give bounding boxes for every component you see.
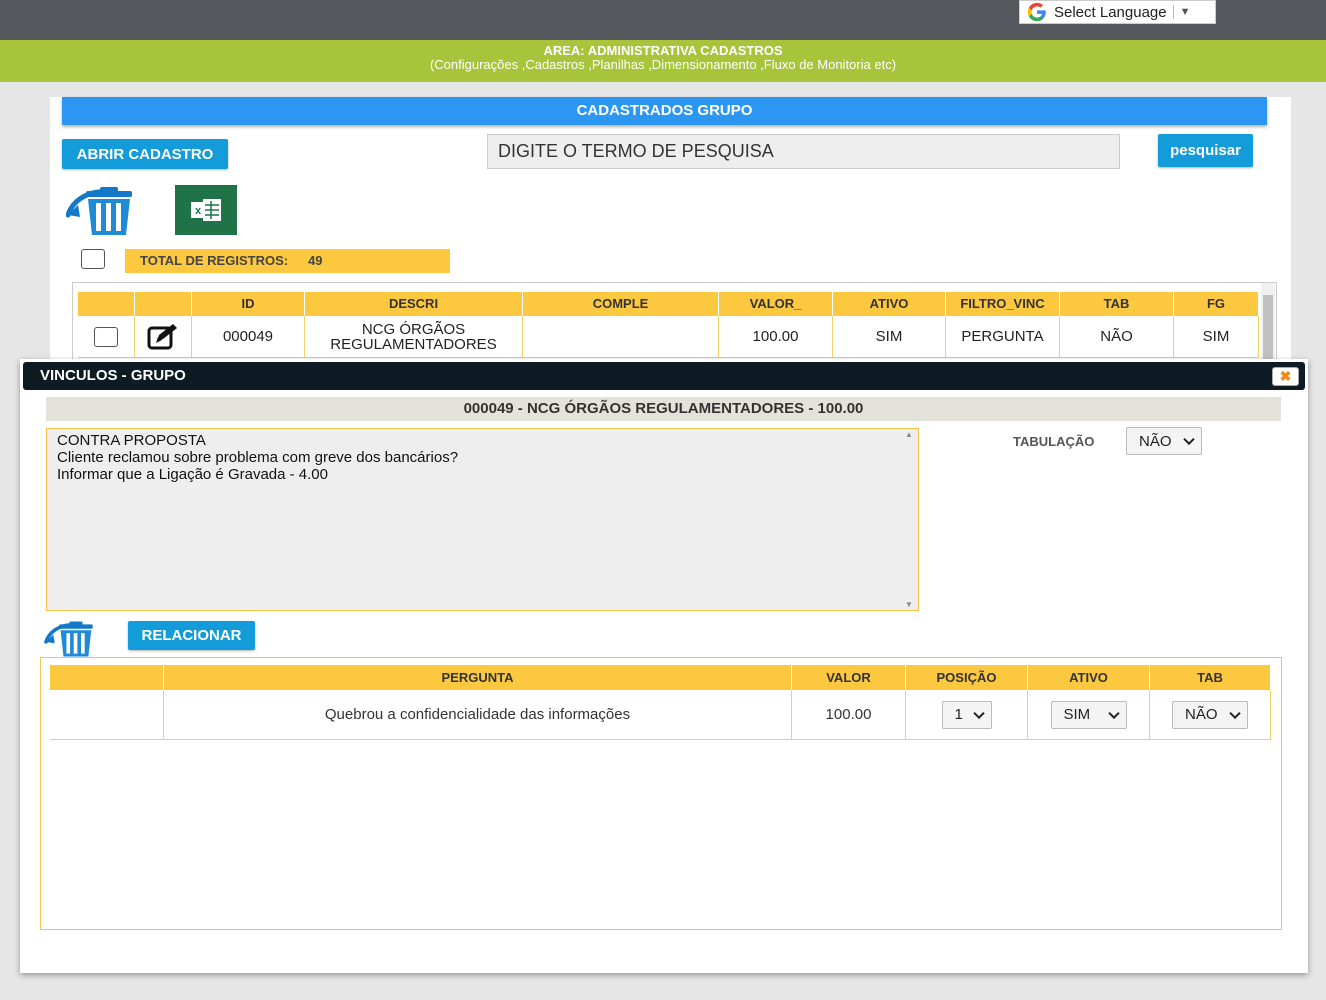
select-all-checkbox[interactable] xyxy=(81,249,105,269)
vinculos-header-blank xyxy=(50,665,164,690)
posicao-select[interactable]: 1 xyxy=(941,700,992,729)
options-textarea[interactable]: CONTRA PROPOSTA Cliente reclamou sobre p… xyxy=(46,428,919,611)
chevron-down-icon xyxy=(1183,433,1195,446)
trash-icon[interactable] xyxy=(65,185,144,242)
grid-header-select xyxy=(78,292,135,316)
total-records-label: TOTAL DE REGISTROS: xyxy=(140,253,289,268)
grid-header-ativo[interactable]: ATIVO xyxy=(833,292,946,316)
edit-icon[interactable] xyxy=(147,323,179,351)
grid-header-valor[interactable]: VALOR_ xyxy=(719,292,833,316)
grid-header-filtro-vinc[interactable]: FILTRO_VINC xyxy=(946,292,1060,316)
table-row: 000049 NCG ÓRGÃOS REGULAMENTADORES 100.0… xyxy=(78,316,1259,358)
tabulacao-label: TABULAÇÃO xyxy=(1013,434,1095,449)
grid-header-edit xyxy=(135,292,192,316)
scroll-down-icon[interactable]: ▼ xyxy=(905,600,913,609)
area-banner: AREA: ADMINISTRATIVA CADASTROS (Configur… xyxy=(0,40,1326,82)
modal-subtitle: 000049 - NCG ÓRGÃOS REGULAMENTADORES - 1… xyxy=(46,397,1281,421)
posicao-value: 1 xyxy=(954,706,963,723)
open-register-button[interactable]: ABRIR CADASTRO xyxy=(62,139,228,169)
tabulacao-value: NÃO xyxy=(1139,432,1172,450)
grid-header-tab[interactable]: TAB xyxy=(1060,292,1174,316)
area-subtitle: (Configurações ,Cadastros ,Planilhas ,Di… xyxy=(429,57,897,72)
vinculos-row-posicao-cell: 1 xyxy=(906,690,1028,740)
excel-icon[interactable]: x xyxy=(175,185,237,235)
scroll-up-icon[interactable]: ▲ xyxy=(905,430,913,439)
vinculos-header: PERGUNTA VALOR POSIÇÃO ATIVO TAB xyxy=(50,665,1271,690)
vinculos-row-ativo-cell: SIM xyxy=(1028,690,1150,740)
row-valor: 100.00 xyxy=(719,316,833,358)
row-fg: SIM xyxy=(1174,316,1259,358)
separator xyxy=(1172,5,1174,19)
chevron-down-icon xyxy=(1107,707,1120,719)
textarea-scrollbar[interactable]: ▲ ▼ xyxy=(902,430,916,609)
vinculos-header-tab: TAB xyxy=(1150,665,1271,690)
chevron-down-icon xyxy=(972,707,985,719)
svg-text:x: x xyxy=(195,205,202,217)
table-row: Quebrou a confidencialidade das informaç… xyxy=(50,690,1271,740)
grid-header-id[interactable]: ID xyxy=(192,292,305,316)
vinculos-header-valor: VALOR xyxy=(792,665,906,690)
row-tab: NÃO xyxy=(1060,316,1174,358)
row-ativo: SIM xyxy=(833,316,946,358)
chevron-down-icon xyxy=(1229,707,1241,719)
vinculos-row-tab-cell: NÃO xyxy=(1150,690,1271,740)
vinculos-row-valor: 100.00 xyxy=(792,690,906,740)
modal-title: VINCULOS - GRUPO xyxy=(23,362,1305,390)
vinculos-header-posicao: POSIÇÃO xyxy=(906,665,1028,690)
area-title: AREA: ADMINISTRATIVA CADASTROS xyxy=(543,43,783,58)
chevron-down-icon: ▼ xyxy=(1179,6,1191,18)
row-descri: NCG ÓRGÃOS REGULAMENTADORES xyxy=(305,316,523,358)
search-input[interactable] xyxy=(487,134,1120,169)
total-records-value: 49 xyxy=(308,253,323,268)
vinculos-row-pergunta: Quebrou a confidencialidade das informaç… xyxy=(164,690,792,740)
relacionar-button[interactable]: RELACIONAR xyxy=(128,621,255,650)
language-selector[interactable]: Select Language ▼ xyxy=(1019,0,1216,24)
ativo-value: SIM xyxy=(1063,706,1091,723)
row-comple xyxy=(523,316,719,358)
grid-header: ID DESCRI COMPLE VALOR_ ATIVO FILTRO_VIN… xyxy=(78,292,1259,316)
grid-scrollbar[interactable] xyxy=(1261,283,1275,361)
total-records-badge: TOTAL DE REGISTROS: 49 xyxy=(125,249,450,273)
vinculos-header-pergunta: PERGUNTA xyxy=(164,665,792,690)
row-filtro-vinc: PERGUNTA xyxy=(946,316,1060,358)
row-id: 000049 xyxy=(192,316,305,358)
row-checkbox[interactable] xyxy=(94,326,118,347)
row-edit-cell xyxy=(135,316,192,358)
tab-select[interactable]: NÃO xyxy=(1172,700,1248,729)
grid-header-descri[interactable]: DESCRI xyxy=(305,292,523,316)
close-icon[interactable]: ✖ xyxy=(1272,367,1299,386)
vinculos-header-ativo: ATIVO xyxy=(1028,665,1150,690)
language-label: Select Language xyxy=(1054,3,1167,21)
tabulacao-select[interactable]: NÃO xyxy=(1126,427,1202,455)
search-button[interactable]: pesquisar xyxy=(1158,134,1253,167)
section-header: CADASTRADOS GRUPO xyxy=(62,97,1267,125)
grid-header-fg[interactable]: FG xyxy=(1174,292,1259,316)
top-bar: Select Language ▼ xyxy=(0,0,1326,40)
ativo-select[interactable]: SIM xyxy=(1050,700,1127,729)
row-checkbox-cell xyxy=(78,316,135,358)
google-g-icon xyxy=(1027,2,1046,22)
tab-value: NÃO xyxy=(1185,706,1218,723)
grid-header-comple[interactable]: COMPLE xyxy=(523,292,719,316)
scrollbar-thumb[interactable] xyxy=(1263,295,1273,359)
vinculos-row-blank xyxy=(50,690,164,740)
